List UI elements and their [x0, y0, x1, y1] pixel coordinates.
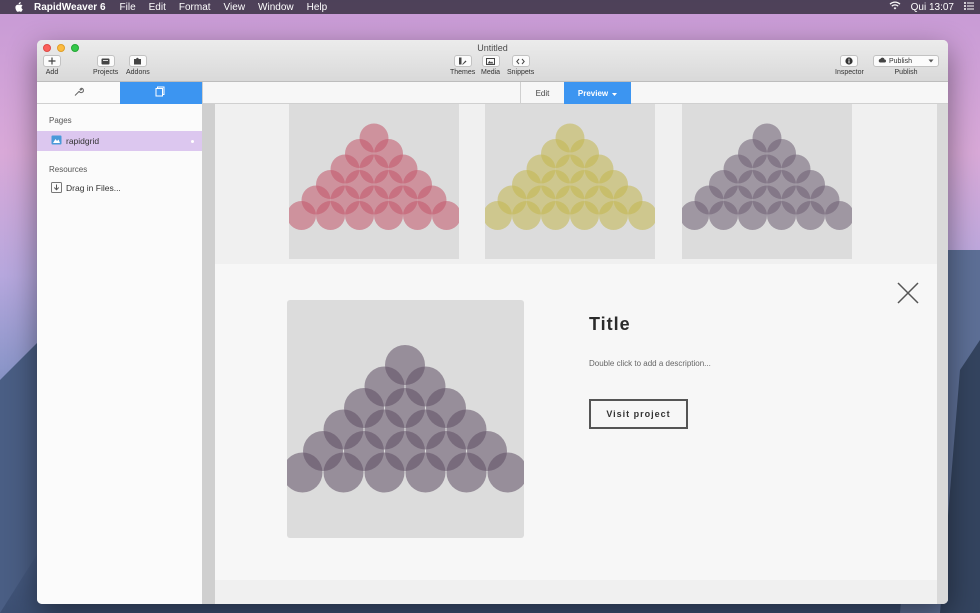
menu-edit[interactable]: Edit: [149, 2, 166, 13]
tab-pages[interactable]: [119, 82, 202, 104]
cloud-icon: [878, 57, 886, 65]
list-icon[interactable]: [964, 1, 974, 13]
tab-preview-label: Preview: [577, 88, 609, 98]
project-image: [282, 300, 528, 538]
publish-button[interactable]: Publish Publish: [873, 55, 939, 76]
themes-label: Themes: [450, 69, 476, 76]
snippets-label: Snippets: [507, 69, 535, 76]
media-label: Media: [481, 69, 501, 76]
apple-icon[interactable]: [14, 2, 24, 12]
sidebar-item-label: rapidgrid: [66, 136, 100, 146]
download-icon: [51, 181, 62, 195]
sidebar-item-label: Drag in Files...: [66, 183, 121, 193]
sidebar-item-rapidgrid[interactable]: rapidgrid: [37, 131, 202, 151]
themes-icon: [453, 55, 472, 67]
main-area: Edit Preview Title Double click to add a…: [203, 82, 948, 604]
add-label: Add: [45, 69, 59, 76]
circles-triangle-image: [680, 123, 854, 230]
project-detail-panel: Title Double click to add a description.…: [215, 264, 937, 580]
addons-button[interactable]: Addons: [126, 55, 150, 76]
mode-bar: Edit Preview: [203, 82, 948, 104]
circles-triangle-image: [282, 345, 528, 493]
system-menubar: RapidWeaver 6 File Edit Format View Wind…: [0, 0, 980, 14]
publish-label: Publish: [894, 69, 918, 76]
grid-thumbnail-2[interactable]: [483, 104, 657, 259]
close-icon[interactable]: [897, 282, 919, 304]
publish-dropdown[interactable]: Publish: [873, 55, 939, 67]
menu-file[interactable]: File: [120, 2, 136, 13]
project-title[interactable]: Title: [589, 314, 631, 335]
image-icon: [481, 55, 500, 67]
projects-button[interactable]: Projects: [93, 55, 118, 76]
scrollbar[interactable]: [937, 104, 948, 604]
puzzle-icon: [128, 55, 147, 67]
chevron-down-icon: [928, 58, 934, 65]
grid-thumbnail-1[interactable]: [287, 104, 461, 259]
plus-icon: [43, 55, 61, 67]
sidebar: Pages rapidgrid Resources Drag in Files.…: [37, 82, 203, 604]
circles-triangle-image: [287, 123, 461, 230]
grid-thumbnail-3[interactable]: [680, 104, 854, 259]
code-icon: [511, 55, 530, 67]
publish-button-label: Publish: [889, 57, 912, 65]
snippets-button[interactable]: Snippets: [507, 55, 534, 76]
wrench-icon: [73, 84, 84, 102]
pages-heading: Pages: [49, 116, 72, 125]
themes-button[interactable]: Themes: [450, 55, 475, 76]
inspector-button[interactable]: Inspector: [835, 55, 864, 76]
add-button[interactable]: Add: [43, 55, 61, 76]
preview-canvas[interactable]: Title Double click to add a description.…: [215, 104, 937, 604]
project-description[interactable]: Double click to add a description...: [589, 359, 711, 368]
info-icon: [840, 55, 859, 67]
menu-app-name[interactable]: RapidWeaver 6: [34, 2, 106, 13]
tab-preview[interactable]: Preview: [564, 82, 631, 104]
tab-edit[interactable]: Edit: [520, 82, 564, 104]
tab-tools[interactable]: [37, 82, 120, 104]
menu-window[interactable]: Window: [258, 2, 294, 13]
chevron-down-icon: [612, 89, 618, 98]
status-dot: [191, 139, 194, 143]
circles-triangle-image: [483, 123, 657, 230]
sidebar-tabs: [37, 82, 202, 104]
sidebar-item-drag-files[interactable]: Drag in Files...: [37, 178, 202, 198]
wifi-icon[interactable]: [889, 1, 901, 13]
visit-project-button[interactable]: Visit project: [589, 399, 688, 429]
inspector-label: Inspector: [835, 69, 864, 76]
resources-heading: Resources: [49, 165, 88, 174]
media-button[interactable]: Media: [481, 55, 500, 76]
menu-help[interactable]: Help: [307, 2, 328, 13]
menu-view[interactable]: View: [224, 2, 246, 13]
app-window: Untitled Add Projects Addons Themes Medi…: [37, 40, 948, 604]
addons-label: Addons: [126, 69, 150, 76]
pages-icon: [155, 84, 166, 102]
menu-format[interactable]: Format: [179, 2, 211, 13]
projects-label: Projects: [93, 69, 119, 76]
menubar-clock[interactable]: Qui 13:07: [911, 2, 954, 13]
window-titlebar: Untitled Add Projects Addons Themes Medi…: [37, 40, 948, 82]
window-title: Untitled: [477, 43, 508, 53]
projects-icon: [96, 55, 115, 67]
page-icon: [51, 135, 62, 147]
